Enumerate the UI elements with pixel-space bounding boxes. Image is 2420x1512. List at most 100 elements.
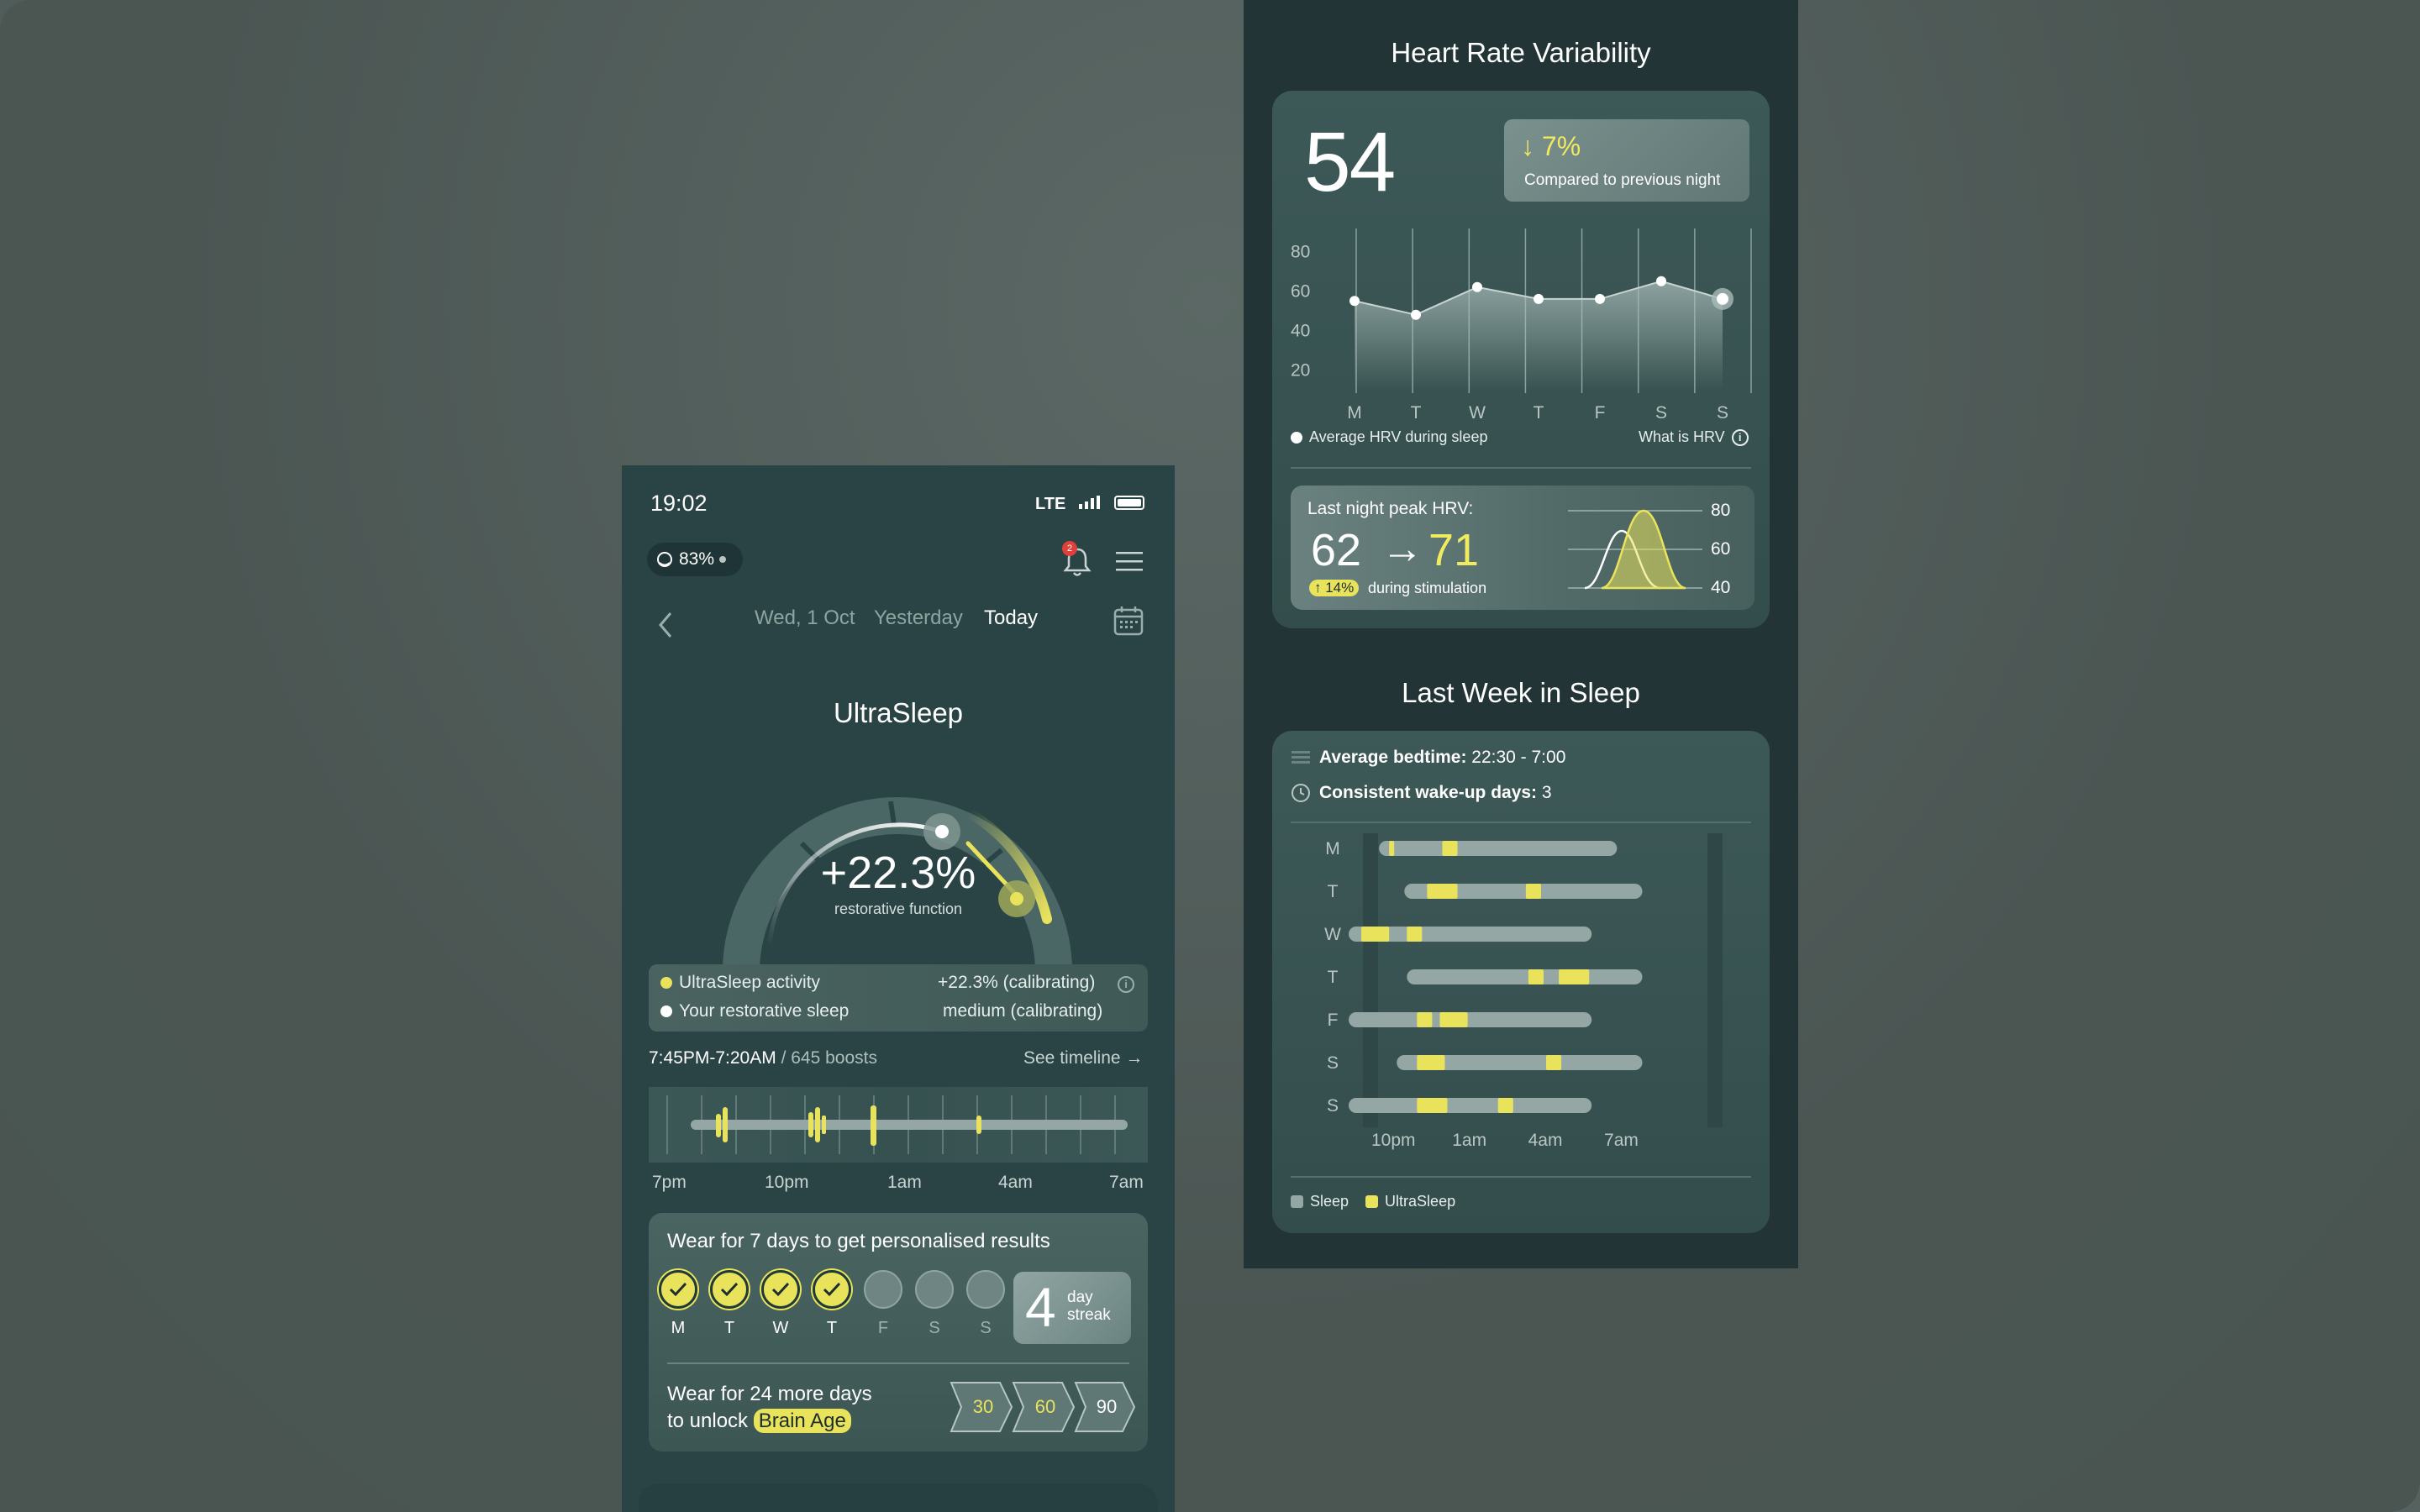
hrv-compare-box: ↓ 7% Compared to previous night <box>1504 119 1749 202</box>
peak-y-label: 40 <box>1711 578 1730 597</box>
ultrasleep-segment <box>1389 841 1395 856</box>
device-battery-pill[interactable]: 83% <box>647 543 743 576</box>
y-tick-label: 60 <box>1291 282 1310 302</box>
day-letter: S <box>929 1319 940 1337</box>
boost-window: 7:45PM-7:20AM <box>649 1048 776 1068</box>
day-label: M <box>1325 839 1340 858</box>
legend-restorative-value: medium (calibrating) <box>943 1001 1103 1021</box>
day-label: W <box>1324 925 1341 944</box>
boost-summary: 7:45PM-7:20AM / 645 boosts <box>649 1048 877 1068</box>
background: 19:02 LTE 83% 2 Wed, 1 Oct Yesterday Tod… <box>0 0 2420 1512</box>
hrv-legend: Average HRV during sleep <box>1291 428 1487 446</box>
x-tick-label: 1am <box>1452 1131 1486 1150</box>
unlock-text: Wear for 24 more days to unlock Brain Ag… <box>667 1381 872 1435</box>
day-label: S <box>1327 1096 1339 1116</box>
ultrasleep-segment <box>1407 927 1423 942</box>
peak-y-label: 60 <box>1711 539 1730 559</box>
boost-count: / 645 boosts <box>776 1048 877 1068</box>
device-battery-value: 83% <box>679 549 715 569</box>
day-complete-check-icon <box>710 1270 749 1309</box>
phone-screen: 19:02 LTE 83% 2 Wed, 1 Oct Yesterday Tod… <box>622 465 1175 1512</box>
ultrasleep-segment <box>1546 1055 1562 1070</box>
hrv-value: 54 <box>1304 115 1396 209</box>
hrv-card: 54 ↓ 7% Compared to previous night 80 60 4… <box>1272 91 1770 628</box>
bedtime-row: Average bedtime: 22:30 - 7:00 <box>1291 748 1565 768</box>
info-icon[interactable]: i <box>1118 976 1134 993</box>
see-timeline-link[interactable]: See timeline → <box>1023 1048 1143 1068</box>
clock-icon <box>1292 784 1310 802</box>
timeline-label: 10pm <box>765 1173 809 1192</box>
notification-badge: 2 <box>1062 541 1077 556</box>
wakeup-row: Consistent wake-up days: 3 <box>1291 783 1552 803</box>
streak-number: 4 <box>1025 1276 1056 1338</box>
signal-icon <box>1079 496 1100 509</box>
streak-line2: streak <box>1067 1306 1111 1324</box>
day-complete-check-icon <box>659 1270 697 1309</box>
status-time: 19:02 <box>650 491 708 516</box>
day-letter: M <box>671 1319 686 1337</box>
ultrasleep-segment <box>1361 927 1390 942</box>
hrv-point <box>1349 296 1360 307</box>
day-label: F <box>1328 1011 1339 1030</box>
day-complete-check-icon <box>813 1270 851 1309</box>
date-tab-yesterday[interactable]: Yesterday <box>874 606 963 630</box>
date-tab-date[interactable]: Wed, 1 Oct <box>755 606 855 630</box>
ultrasleep-segment <box>1442 841 1458 856</box>
hrv-point <box>1472 281 1482 292</box>
boost-timeline <box>649 1087 1148 1163</box>
sleep-week-chart: M T W T F S S 10pm 1am 4am 7am <box>1324 833 1723 1150</box>
ultrasleep-segment <box>1417 1012 1433 1027</box>
what-is-hrv-link[interactable]: What is HRV i <box>1639 428 1749 446</box>
x-tick-label: 10pm <box>1371 1131 1416 1150</box>
gauge-title: UltraSleep <box>833 697 964 728</box>
timeline-label: 4am <box>998 1173 1033 1192</box>
connection-dot <box>719 556 727 563</box>
timeline-label: 7pm <box>652 1173 687 1192</box>
hrv-point <box>1411 309 1421 320</box>
hrv-chart: 80 60 40 20 M T W T F S S <box>1291 228 1752 418</box>
hrv-point <box>1595 293 1605 304</box>
y-tick-label: 40 <box>1291 322 1310 341</box>
menu-icon[interactable] <box>1114 549 1144 573</box>
unlock-line2: to unlock <box>667 1410 754 1432</box>
day-label: T <box>1328 968 1339 987</box>
status-bar: 19:02 LTE <box>622 465 1175 543</box>
milestone-30: 30 <box>973 1396 993 1417</box>
sleep-week-card: Average bedtime: 22:30 - 7:00 Consistent… <box>1272 731 1770 1233</box>
sleep-swatch <box>1291 1195 1303 1208</box>
x-tick-label: S <box>1655 403 1667 418</box>
x-tick-label: T <box>1411 403 1422 418</box>
gauge-subtitle: restorative function <box>834 900 963 917</box>
white-dot-icon <box>660 1005 672 1017</box>
hrv-point <box>1717 292 1728 305</box>
calendar-icon[interactable] <box>1113 605 1144 637</box>
brain-age-badge: Brain Age <box>753 1409 851 1433</box>
divider <box>667 1362 1129 1364</box>
back-chevron-icon[interactable] <box>657 610 674 640</box>
date-tab-today[interactable]: Today <box>984 606 1038 630</box>
peak-increase-badge: ↑ 14% <box>1309 580 1360 596</box>
peak-hrv-curve: 80 60 40 <box>1568 501 1730 597</box>
day-letter: S <box>980 1319 992 1337</box>
rail <box>1707 833 1723 1127</box>
gauge-legend: UltraSleep activity +22.3% (calibrating)… <box>649 964 1148 1032</box>
streak-badge: 4 day streak <box>1013 1272 1131 1344</box>
y-tick-label: 80 <box>1291 243 1310 262</box>
what-is-hrv-label: What is HRV <box>1639 428 1725 445</box>
yellow-dot-icon <box>660 977 672 989</box>
streak-line1: day <box>1067 1289 1093 1306</box>
network-label: LTE <box>1035 495 1066 513</box>
peak-subtitle: during stimulation <box>1368 580 1487 596</box>
x-tick-label: T <box>1534 403 1544 418</box>
gauge-value: +22.3% <box>820 848 976 898</box>
legend-activity-value: +22.3% (calibrating) <box>938 973 1096 992</box>
ultrasleep-segment <box>1417 1055 1445 1070</box>
sleep-legend: Sleep UltraSleep <box>1291 1193 1455 1210</box>
bedtime-icon <box>1292 751 1310 764</box>
wear-title: Wear for 7 days to get personalised resu… <box>667 1230 1050 1252</box>
legend-restorative: Your restorative sleep <box>660 1001 849 1021</box>
ultrasleep-segment <box>1427 884 1458 899</box>
ultrasleep-swatch <box>1365 1195 1379 1208</box>
hrv-compare-pct: ↓ 7% <box>1521 131 1581 161</box>
milestone-60: 60 <box>1035 1396 1055 1417</box>
